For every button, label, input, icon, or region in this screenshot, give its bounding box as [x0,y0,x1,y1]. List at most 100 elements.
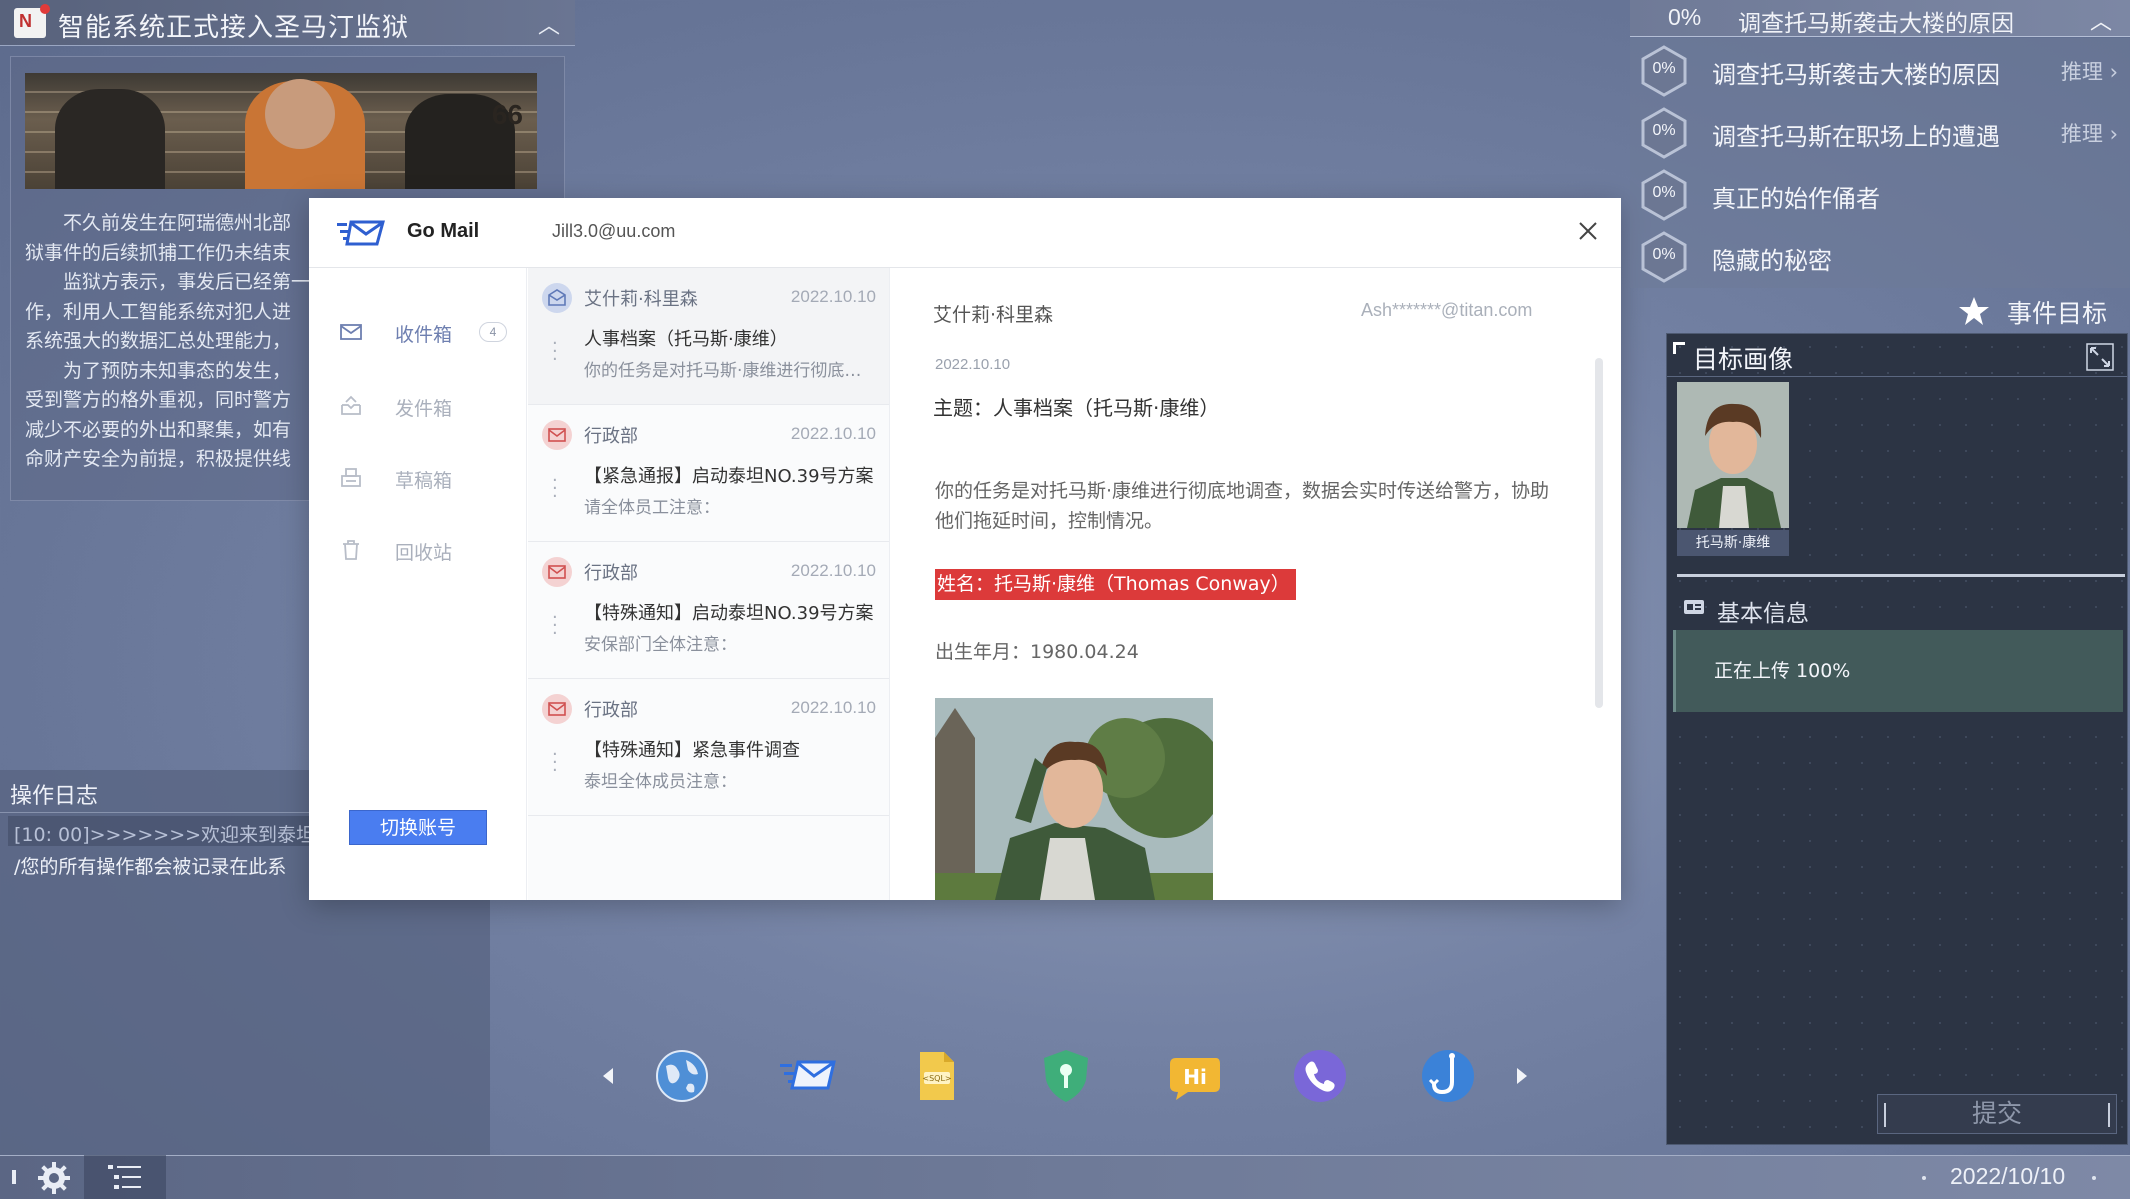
mail-sender: 行政部 [584,426,638,447]
highlighted-name-line[interactable]: 姓名：托马斯·康维（Thomas Conway） [935,569,1296,600]
folder-label: 收件箱 [395,324,453,346]
mail-subject: 【特殊通知】启动泰坦NO.39号方案 [584,603,874,624]
more-dots-icon[interactable]: · · · [552,746,558,780]
go-mail-logo-icon [337,220,385,246]
gear-icon[interactable] [36,1160,72,1196]
expand-icon[interactable] [2085,342,2115,372]
folder-inbox[interactable]: 收件箱 4 [339,312,509,352]
mail-preview: 安保部门全体注意： [584,635,737,655]
more-dots-icon[interactable]: · · · [552,335,558,369]
phone-icon[interactable] [1290,1046,1350,1106]
star-icon [1958,296,1990,326]
mail-list-item[interactable]: 行政部 2022.10.10 · · · 【紧急通报】启动泰坦NO.39号方案 请全… [528,405,889,542]
mail-subject: 【特殊通知】紧急事件调查 [584,740,800,761]
objective-percent: 0% [1652,60,1676,77]
drafts-icon [339,466,363,490]
inbox-icon [339,320,363,344]
corner-mark [1673,342,1685,354]
status-marker [12,1170,16,1184]
more-dots-icon[interactable]: · · · [552,472,558,506]
objective-percent: 0% [1652,246,1676,263]
list-icon [108,1165,141,1189]
status-dot [2092,1176,2096,1180]
birth-date-line[interactable]: 出生年月：1980.04.24 [935,637,1139,664]
mail-list-item[interactable]: 行政部 2022.10.10 · · · 【特殊通知】紧急事件调查 泰坦全体成员注意… [528,679,889,816]
objective-title: 调查托马斯袭击大楼的原因 [1712,61,2000,89]
target-avatar[interactable] [1677,382,1789,528]
mail-sender: 行政部 [584,563,638,584]
dock-prev-arrow-icon[interactable] [598,1064,618,1088]
objective-item[interactable]: 0% 调查托马斯在职场上的遭遇 推理 › [1638,104,2118,162]
objective-item[interactable]: 0% 调查托马斯袭击大楼的原因 推理 › [1638,42,2118,100]
news-title: 智能系统正式接入圣马汀监狱 [58,13,410,43]
event-goal-label: 事件目标 [2007,299,2108,328]
dock-next-arrow-icon[interactable] [1512,1064,1532,1088]
folder-trash[interactable]: 回收站 [339,530,509,570]
log-entry: /您的所有操作都会被记录在此系 [14,856,287,878]
current-objective-title: 调查托马斯袭击大楼的原因 [1738,11,2014,37]
shield-key-icon[interactable] [1036,1046,1096,1106]
news-paragraph-line: 监狱方表示，事发后已经第一 [25,271,311,293]
divider [1667,376,2127,377]
mail-list-item[interactable]: 行政部 2022.10.10 · · · 【特殊通知】启动泰坦NO.39号方案 安保… [528,542,889,679]
id-card-icon [1683,598,1705,616]
target-name-tag: 托马斯·康维 [1677,530,1789,556]
scrollbar[interactable] [1595,358,1603,708]
reading-sender-address: Ash*******@titan.com [1361,300,1533,320]
trash-icon [339,538,363,562]
news-paragraph-line: 系统强大的数据汇总处理能力， [25,330,292,352]
current-objective-percent: 0% [1668,4,1702,30]
task-list-button[interactable] [84,1155,166,1199]
basic-info-label: 基本信息 [1717,601,1809,627]
reading-sender: 艾什莉·科里森 [933,304,1054,326]
profile-title: 目标画像 [1693,345,1794,374]
globe-icon[interactable] [652,1046,712,1106]
news-paragraph-line: 狱事件的后续抓捕工作仍未结束 [25,241,292,264]
mail-account-address: Jill3.0@uu.com [552,221,676,241]
news-paragraph-line: 为了预防未知事态的发生， [25,359,292,382]
mail-subject: 人事档案（托马斯·康维） [584,329,788,350]
mail-sender: 行政部 [584,700,638,721]
mail-preview: 请全体员工注意： [584,498,720,518]
objective-item[interactable]: 0% 隐藏的秘密 [1638,228,2118,286]
switch-account-button[interactable]: 切换账号 [349,810,487,845]
mail-date: 2022.10.10 [790,287,876,306]
close-icon[interactable] [1573,216,1603,246]
folder-outbox[interactable]: 发件箱 [339,386,509,426]
news-paragraph-line: 受到警方的格外重视，同时警方 [25,389,292,411]
submit-button[interactable]: 提交 [1877,1094,2117,1134]
hook-icon[interactable] [1418,1046,1478,1106]
objective-title: 隐藏的秘密 [1712,247,1832,275]
log-entry: [10: 00]>>>>>>>欢迎来到泰坦系 [14,824,335,846]
objective-title: 真正的始作俑者 [1712,185,1880,213]
suspect-photo[interactable] [935,698,1213,900]
svg-text:Hi: Hi [1183,1065,1207,1089]
collapse-up-icon[interactable]: ︿ [538,8,560,40]
mail-icon[interactable] [778,1046,838,1106]
upload-status: 正在上传 100% [1714,660,1851,682]
mail-preview: 泰坦全体成员注意： [584,772,737,792]
mail-list-item[interactable]: 艾什莉·科里森 2022.10.10 · · · 人事档案（托马斯·康维） 你的任务… [528,268,889,405]
divider [1677,574,2125,577]
reasoning-link[interactable]: 推理 › [2061,118,2118,148]
basic-info-header[interactable]: 基本信息 [1675,588,2115,628]
mail-window: Go Mail Jill3.0@uu.com 收件箱 4 发件箱 草稿箱 回收站… [309,198,1621,900]
read-mail-icon [542,283,572,313]
sql-file-icon[interactable]: <SQL> [906,1046,966,1106]
objective-percent: 0% [1652,184,1676,201]
reasoning-link[interactable]: 推理 › [2061,56,2118,86]
upload-status-box: 正在上传 100% [1673,630,2123,712]
objective-item[interactable]: 0% 真正的始作俑者 [1638,166,2118,224]
hi-chat-icon[interactable]: Hi [1164,1046,1224,1106]
system-date: 2022/10/10 [1950,1163,2066,1189]
mail-folder-sidebar: 收件箱 4 发件箱 草稿箱 回收站 [309,268,527,900]
collapse-up-icon[interactable]: ︿ [2090,4,2112,36]
news-paragraph-line: 减少不必要的外出和聚集，如有 [25,418,292,441]
news-paragraph-line: 作，利用人工智能系统对犯人进 [25,300,292,323]
unread-mail-icon [542,557,572,587]
folder-drafts[interactable]: 草稿箱 [339,458,509,498]
more-dots-icon[interactable]: · · · [552,609,558,643]
reading-subject: 主题：人事档案（托马斯·康维） [933,396,1220,420]
folder-label: 发件箱 [395,398,453,420]
news-app-icon: N [14,4,50,38]
